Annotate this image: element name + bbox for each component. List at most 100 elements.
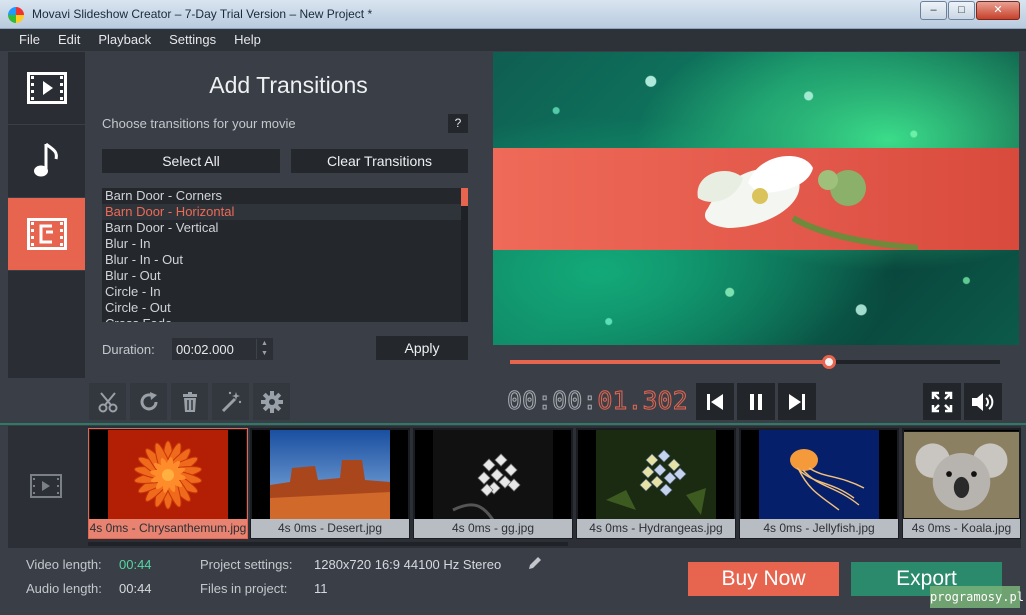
duration-spinner[interactable]: ▲ ▼ — [256, 339, 272, 359]
timeline-clip[interactable]: 4s 0ms - Chrysanthemum.jpg — [88, 428, 248, 539]
duration-field[interactable]: 00:02.000 ▲ ▼ — [172, 338, 273, 360]
magic-button[interactable] — [212, 383, 249, 420]
fullscreen-button[interactable] — [923, 383, 961, 420]
transition-item[interactable]: Circle - Out — [102, 300, 468, 316]
next-button[interactable] — [778, 383, 816, 420]
panel-title: Add Transitions — [209, 72, 368, 98]
transition-item[interactable]: Barn Door - Horizontal — [102, 204, 468, 220]
transition-item[interactable]: Barn Door - Corners — [102, 188, 468, 204]
seek-handle[interactable] — [821, 355, 836, 369]
scissors-icon — [98, 391, 117, 412]
divider — [0, 423, 1026, 425]
apply-button[interactable]: Apply — [376, 336, 468, 360]
seek-bar[interactable] — [510, 355, 1000, 369]
video-length-value: 00:44 — [119, 557, 152, 572]
minimize-button[interactable]: – — [920, 1, 947, 20]
menu-settings[interactable]: Settings — [160, 29, 225, 51]
side-nav — [8, 52, 85, 378]
skip-back-icon — [707, 393, 723, 410]
files-label: Files in project: — [200, 581, 288, 596]
close-button[interactable]: ✕ — [976, 1, 1020, 20]
audio-length-label: Audio length: — [26, 581, 102, 596]
window-controls: – □ ✕ — [919, 1, 1020, 20]
maximize-button[interactable]: □ — [948, 1, 975, 20]
transitions-list[interactable]: Barn Door - Corners Barn Door - Horizonta… — [102, 188, 468, 322]
clip-thumbnail — [252, 430, 408, 520]
timeline-clip[interactable]: 4s 0ms - gg.jpg — [413, 428, 573, 539]
window-title: Movavi Slideshow Creator – 7-Day Trial V… — [32, 7, 373, 21]
menu-file[interactable]: File — [10, 29, 49, 51]
magic-wand-icon — [221, 391, 241, 412]
list-scrollbar-thumb[interactable] — [461, 188, 468, 206]
seek-progress — [510, 360, 829, 364]
buy-now-button[interactable]: Buy Now — [688, 562, 839, 596]
transition-item[interactable]: Blur - In - Out — [102, 252, 468, 268]
pencil-icon[interactable] — [527, 556, 542, 571]
project-settings-label: Project settings: — [200, 557, 293, 572]
flower-image — [697, 156, 918, 250]
app-icon — [8, 7, 24, 23]
video-length-label: Video length: — [26, 557, 102, 572]
spin-up-icon[interactable]: ▲ — [257, 339, 272, 349]
project-settings-value: 1280x720 16:9 44100 Hz Stereo — [314, 557, 502, 572]
timecode-elapsed-active: 01.302 — [597, 386, 688, 416]
tab-audio[interactable] — [8, 125, 85, 198]
title-bar: Movavi Slideshow Creator – 7-Day Trial V… — [0, 0, 1026, 29]
film-play-icon — [26, 72, 67, 104]
edit-toolbar — [86, 380, 492, 422]
rotate-icon — [140, 391, 157, 410]
timeline-clip[interactable]: 4s 0ms - Hydrangeas.jpg — [576, 428, 736, 539]
gear-icon — [260, 390, 283, 413]
files-value: 11 — [314, 581, 328, 596]
clip-thumbnail — [741, 430, 897, 520]
watermark: programosy.pl — [930, 586, 1024, 608]
help-button[interactable]: ? — [448, 114, 468, 133]
fullscreen-icon — [931, 391, 953, 412]
split-button[interactable] — [89, 383, 126, 420]
timeline-clip[interactable]: 4s 0ms - Jellyfish.jpg — [739, 428, 899, 539]
video-preview[interactable] — [493, 52, 1019, 345]
timeline-clip[interactable]: 4s 0ms - Desert.jpg — [250, 428, 410, 539]
duration-value[interactable]: 00:02.000 — [176, 342, 234, 357]
spin-down-icon[interactable]: ▼ — [257, 349, 272, 359]
select-all-button[interactable]: Select All — [102, 149, 280, 173]
timecode-elapsed-dim: 00:00: — [506, 386, 598, 416]
clip-label: 4s 0ms - Hydrangeas.jpg — [577, 519, 735, 538]
timeline-scrollbar[interactable] — [88, 542, 568, 546]
clip-label: 4s 0ms - Chrysanthemum.jpg — [89, 519, 247, 538]
transition-item[interactable]: Cross Fade — [102, 316, 468, 322]
status-bar: Video length: 00:44 Audio length: 00:44 … — [8, 550, 1021, 607]
volume-button[interactable] — [964, 383, 1002, 420]
rotate-button[interactable] — [130, 383, 167, 420]
clear-transitions-button[interactable]: Clear Transitions — [291, 149, 468, 173]
previous-button[interactable] — [696, 383, 734, 420]
clip-thumbnail — [90, 430, 246, 520]
transition-item[interactable]: Circle - In — [102, 284, 468, 300]
duration-label: Duration: — [102, 342, 155, 357]
clip-label: 4s 0ms - Desert.jpg — [251, 519, 409, 538]
timeline-clip[interactable]: 4s 0ms - Koala.jpg — [902, 428, 1021, 539]
clip-label: 4s 0ms - Jellyfish.jpg — [740, 519, 898, 538]
pause-button[interactable] — [737, 383, 775, 420]
transition-item[interactable]: Blur - Out — [102, 268, 468, 284]
settings-button[interactable] — [253, 383, 290, 420]
timecode: 00:00:01.302 — [506, 386, 688, 416]
tab-transitions[interactable] — [8, 198, 85, 271]
transitions-panel: Add Transitions Choose transitions for y… — [86, 52, 491, 378]
pause-icon — [750, 393, 762, 410]
audio-length-value: 00:44 — [119, 581, 152, 596]
tab-video[interactable] — [8, 52, 85, 125]
transition-item[interactable]: Barn Door - Vertical — [102, 220, 468, 236]
menu-help[interactable]: Help — [225, 29, 270, 51]
list-scrollbar[interactable] — [461, 188, 468, 322]
menu-bar: File Edit Playback Settings Help — [0, 29, 1026, 51]
clip-thumbnail — [904, 430, 1019, 520]
transition-film-icon — [26, 218, 67, 250]
menu-playback[interactable]: Playback — [89, 29, 160, 51]
clip-thumbnail — [415, 430, 571, 520]
menu-edit[interactable]: Edit — [49, 29, 89, 51]
delete-button[interactable] — [171, 383, 208, 420]
film-strip-icon — [30, 474, 62, 498]
panel-subtitle: Choose transitions for your movie — [102, 116, 296, 131]
transition-item[interactable]: Blur - In — [102, 236, 468, 252]
